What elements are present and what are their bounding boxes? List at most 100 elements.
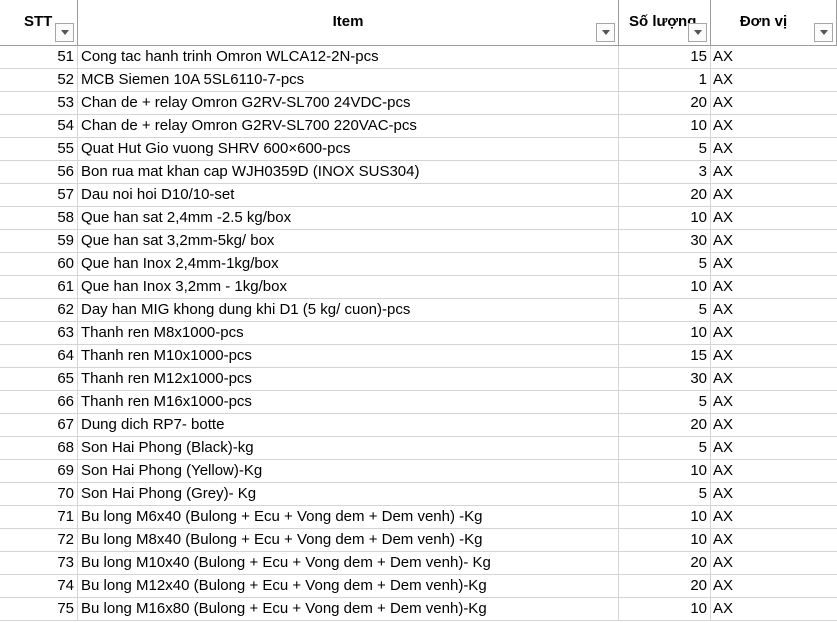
stt-cell[interactable]: 64 [0, 345, 78, 367]
stt-cell[interactable]: 59 [0, 230, 78, 252]
stt-cell[interactable]: 68 [0, 437, 78, 459]
stt-cell[interactable]: 73 [0, 552, 78, 574]
stt-cell[interactable]: 71 [0, 506, 78, 528]
unit-cell[interactable]: AX [711, 598, 837, 620]
item-cell[interactable]: Dau noi hoi D10/10-set [78, 184, 619, 206]
item-cell[interactable]: Bu long M10x40 (Bulong + Ecu + Vong dem … [78, 552, 619, 574]
item-cell[interactable]: Thanh ren M10x1000-pcs [78, 345, 619, 367]
item-cell[interactable]: Son Hai Phong (Grey)- Kg [78, 483, 619, 505]
unit-cell[interactable]: AX [711, 483, 837, 505]
qty-cell[interactable]: 5 [619, 299, 711, 321]
qty-cell[interactable]: 10 [619, 207, 711, 229]
unit-cell[interactable]: AX [711, 391, 837, 413]
unit-cell[interactable]: AX [711, 437, 837, 459]
stt-cell[interactable]: 75 [0, 598, 78, 620]
qty-cell[interactable]: 3 [619, 161, 711, 183]
stt-cell[interactable]: 65 [0, 368, 78, 390]
stt-cell[interactable]: 57 [0, 184, 78, 206]
stt-cell[interactable]: 53 [0, 92, 78, 114]
unit-cell[interactable]: AX [711, 92, 837, 114]
stt-cell[interactable]: 69 [0, 460, 78, 482]
unit-cell[interactable]: AX [711, 184, 837, 206]
item-cell[interactable]: MCB Siemen 10A 5SL6110-7-pcs [78, 69, 619, 91]
qty-cell[interactable]: 1 [619, 69, 711, 91]
unit-cell[interactable]: AX [711, 414, 837, 436]
item-cell[interactable]: Chan de + relay Omron G2RV-SL700 220VAC-… [78, 115, 619, 137]
stt-cell[interactable]: 61 [0, 276, 78, 298]
qty-cell[interactable]: 10 [619, 506, 711, 528]
item-cell[interactable]: Chan de + relay Omron G2RV-SL700 24VDC-p… [78, 92, 619, 114]
item-cell[interactable]: Bu long M16x80 (Bulong + Ecu + Vong dem … [78, 598, 619, 620]
unit-cell[interactable]: AX [711, 161, 837, 183]
stt-cell[interactable]: 54 [0, 115, 78, 137]
qty-cell[interactable]: 10 [619, 276, 711, 298]
item-cell[interactable]: Day han MIG khong dung khi D1 (5 kg/ cuo… [78, 299, 619, 321]
qty-cell[interactable]: 20 [619, 92, 711, 114]
filter-stt-button[interactable] [55, 23, 74, 42]
unit-cell[interactable]: AX [711, 322, 837, 344]
stt-cell[interactable]: 62 [0, 299, 78, 321]
qty-cell[interactable]: 5 [619, 138, 711, 160]
item-cell[interactable]: Son Hai Phong (Black)-kg [78, 437, 619, 459]
qty-cell[interactable]: 10 [619, 598, 711, 620]
item-cell[interactable]: Bon rua mat khan cap WJH0359D (INOX SUS3… [78, 161, 619, 183]
unit-cell[interactable]: AX [711, 276, 837, 298]
item-cell[interactable]: Bu long M6x40 (Bulong + Ecu + Vong dem +… [78, 506, 619, 528]
stt-cell[interactable]: 55 [0, 138, 78, 160]
item-cell[interactable]: Que han Inox 3,2mm - 1kg/box [78, 276, 619, 298]
unit-cell[interactable]: AX [711, 253, 837, 275]
qty-cell[interactable]: 10 [619, 115, 711, 137]
item-cell[interactable]: Thanh ren M12x1000-pcs [78, 368, 619, 390]
stt-cell[interactable]: 51 [0, 46, 78, 68]
unit-cell[interactable]: AX [711, 46, 837, 68]
qty-cell[interactable]: 15 [619, 345, 711, 367]
stt-cell[interactable]: 67 [0, 414, 78, 436]
qty-cell[interactable]: 5 [619, 483, 711, 505]
item-cell[interactable]: Thanh ren M8x1000-pcs [78, 322, 619, 344]
stt-cell[interactable]: 60 [0, 253, 78, 275]
item-cell[interactable]: Quat Hut Gio vuong SHRV 600×600-pcs [78, 138, 619, 160]
stt-cell[interactable]: 74 [0, 575, 78, 597]
unit-cell[interactable]: AX [711, 460, 837, 482]
stt-cell[interactable]: 63 [0, 322, 78, 344]
unit-cell[interactable]: AX [711, 368, 837, 390]
unit-cell[interactable]: AX [711, 529, 837, 551]
qty-cell[interactable]: 30 [619, 368, 711, 390]
unit-cell[interactable]: AX [711, 299, 837, 321]
stt-cell[interactable]: 58 [0, 207, 78, 229]
qty-cell[interactable]: 10 [619, 529, 711, 551]
qty-cell[interactable]: 20 [619, 184, 711, 206]
item-cell[interactable]: Bu long M8x40 (Bulong + Ecu + Vong dem +… [78, 529, 619, 551]
unit-cell[interactable]: AX [711, 69, 837, 91]
unit-cell[interactable]: AX [711, 138, 837, 160]
unit-cell[interactable]: AX [711, 552, 837, 574]
qty-cell[interactable]: 20 [619, 552, 711, 574]
unit-cell[interactable]: AX [711, 230, 837, 252]
filter-item-button[interactable] [596, 23, 615, 42]
item-cell[interactable]: Son Hai Phong (Yellow)-Kg [78, 460, 619, 482]
qty-cell[interactable]: 20 [619, 575, 711, 597]
qty-cell[interactable]: 20 [619, 414, 711, 436]
unit-cell[interactable]: AX [711, 115, 837, 137]
qty-cell[interactable]: 5 [619, 391, 711, 413]
qty-cell[interactable]: 10 [619, 322, 711, 344]
unit-cell[interactable]: AX [711, 207, 837, 229]
stt-cell[interactable]: 52 [0, 69, 78, 91]
item-cell[interactable]: Thanh ren M16x1000-pcs [78, 391, 619, 413]
qty-cell[interactable]: 5 [619, 253, 711, 275]
stt-cell[interactable]: 56 [0, 161, 78, 183]
stt-cell[interactable]: 66 [0, 391, 78, 413]
unit-cell[interactable]: AX [711, 506, 837, 528]
item-cell[interactable]: Que han sat 3,2mm-5kg/ box [78, 230, 619, 252]
unit-cell[interactable]: AX [711, 575, 837, 597]
unit-cell[interactable]: AX [711, 345, 837, 367]
item-cell[interactable]: Dung dich RP7- botte [78, 414, 619, 436]
qty-cell[interactable]: 30 [619, 230, 711, 252]
item-cell[interactable]: Que han sat 2,4mm -2.5 kg/box [78, 207, 619, 229]
filter-qty-button[interactable] [688, 23, 707, 42]
stt-cell[interactable]: 70 [0, 483, 78, 505]
item-cell[interactable]: Cong tac hanh trinh Omron WLCA12-2N-pcs [78, 46, 619, 68]
qty-cell[interactable]: 10 [619, 460, 711, 482]
stt-cell[interactable]: 72 [0, 529, 78, 551]
filter-unit-button[interactable] [814, 23, 833, 42]
